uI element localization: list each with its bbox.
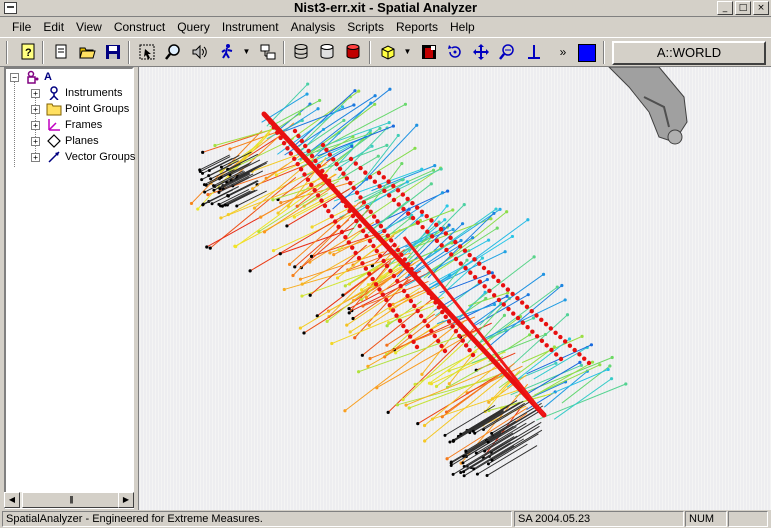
cube-icon[interactable] [377,41,399,63]
expand-icon[interactable]: + [31,88,40,98]
menu-query[interactable]: Query [171,18,216,36]
save-icon[interactable] [102,41,124,63]
tree-horizontal-scrollbar[interactable]: ◀ ||| ▶ [4,492,134,508]
select-icon[interactable] [136,41,158,63]
svg-text:?: ? [25,47,32,59]
minimize-button[interactable]: _ [717,1,733,15]
menu-scripts[interactable]: Scripts [341,18,390,36]
menu-view[interactable]: View [70,18,108,36]
tree-root-row[interactable]: − A [10,69,52,85]
network-icon[interactable] [257,41,279,63]
tree-item-label[interactable]: Instruments [65,87,122,99]
collapse-icon[interactable]: − [10,72,19,82]
cylinder-wire-icon[interactable] [290,41,312,63]
tree-root-label[interactable]: A [44,71,52,83]
collection-icon [25,70,41,84]
instrument-icon [46,86,62,100]
expand-icon[interactable]: + [31,136,40,146]
world-frame-button[interactable]: A::WORLD [612,41,766,65]
help-icon[interactable]: ? [17,41,39,63]
status-bar: SpatialAnalyzer - Engineered for Extreme… [0,510,771,528]
tree-item-vector-groups[interactable]: + Vector Groups [31,149,135,165]
walk-dropdown-icon[interactable]: ▼ [242,41,251,63]
plane-icon [46,134,62,148]
vector-icon [46,150,62,164]
tree-item-instruments[interactable]: + Instruments [31,85,122,101]
menu-reports[interactable]: Reports [390,18,444,36]
menu-instrument[interactable]: Instrument [216,18,285,36]
vector-field-scene[interactable] [139,67,771,510]
menu-edit[interactable]: Edit [37,18,70,36]
tree-connector [14,81,15,167]
toolbar-separator [42,41,44,64]
close-button[interactable]: × [753,1,769,15]
status-num-lock: NUM [685,511,727,527]
perpendicular-icon[interactable] [523,41,545,63]
toolbar-more-button[interactable]: » [557,41,569,63]
window-title: Nist3-err.xit - Spatial Analyzer [293,0,478,15]
expand-icon[interactable]: + [31,120,40,130]
menu-help[interactable]: Help [444,18,481,36]
cylinder-hidden-icon[interactable] [316,41,338,63]
new-file-icon[interactable] [50,41,72,63]
expand-icon[interactable]: + [31,104,40,114]
tree-item-label[interactable]: Frames [65,119,102,131]
toolbar-separator [369,41,371,64]
tree-panel[interactable]: − A + Instruments + Point Groups + Frame… [4,67,135,509]
open-folder-icon[interactable] [76,41,98,63]
toolbar: ? ▼ ▼ » A::WORLD [0,37,771,67]
frame-view-icon[interactable] [418,41,440,63]
status-message: SpatialAnalyzer - Engineered for Extreme… [2,511,512,527]
folder-icon [46,102,62,116]
walk-icon[interactable] [216,41,238,63]
zoom-icon[interactable] [162,41,184,63]
maximize-button[interactable]: □ [735,1,751,15]
audio-icon[interactable] [188,41,210,63]
tree-item-planes[interactable]: + Planes [31,133,99,149]
zoom-window-icon[interactable] [496,41,518,63]
cube-dropdown-icon[interactable]: ▼ [403,41,412,63]
rotate-icon[interactable] [444,41,466,63]
expand-icon[interactable]: + [31,152,40,162]
toolbar-separator [6,41,8,64]
tree-item-point-groups[interactable]: + Point Groups [31,101,129,117]
title-bar: Nist3-err.xit - Spatial Analyzer _ □ × [0,0,771,17]
tree-item-label[interactable]: Vector Groups [65,151,135,163]
status-caps [728,511,768,527]
tree-item-label[interactable]: Planes [65,135,99,147]
scroll-left-icon[interactable]: ◀ [4,492,20,508]
toolbar-separator [283,41,285,64]
toolbar-separator [603,41,605,64]
scroll-thumb[interactable]: ||| [22,492,120,508]
frame-icon [46,118,62,132]
menu-file[interactable]: File [6,18,37,36]
menu-analysis[interactable]: Analysis [285,18,342,36]
status-version: SA 2004.05.23 [514,511,684,527]
scroll-right-icon[interactable]: ▶ [118,492,134,508]
pan-icon[interactable] [470,41,492,63]
graphics-viewport[interactable] [138,67,771,510]
active-color-swatch[interactable] [578,44,596,62]
tree-item-label[interactable]: Point Groups [65,103,129,115]
toolbar-separator [128,41,130,64]
menu-construct[interactable]: Construct [108,18,171,36]
tree-item-frames[interactable]: + Frames [31,117,102,133]
menu-bar: File Edit View Construct Query Instrumen… [0,18,771,36]
cylinder-shaded-icon[interactable] [342,41,364,63]
